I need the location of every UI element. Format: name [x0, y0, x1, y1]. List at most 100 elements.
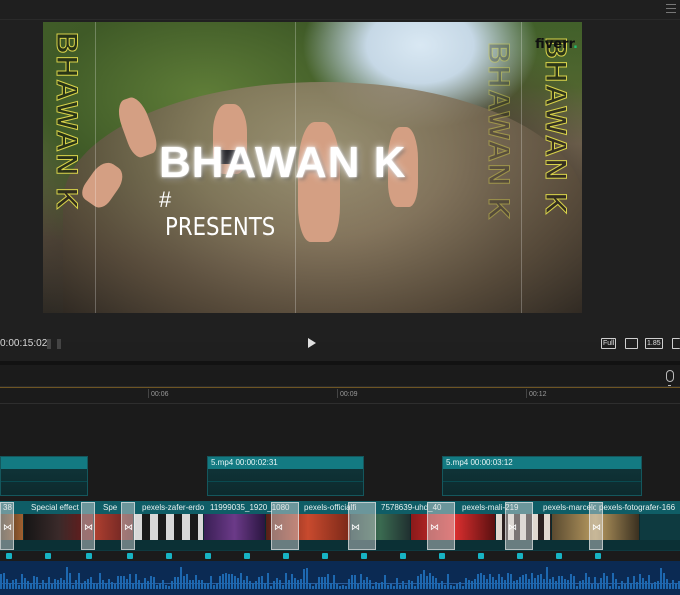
waveform-bar — [135, 574, 137, 589]
transition-marker[interactable]: ⋈ — [348, 502, 376, 550]
main-title-text: BHAWAN K — [159, 138, 407, 187]
full-quality-button[interactable]: Full — [601, 338, 617, 349]
fullscreen-icon[interactable] — [672, 338, 680, 349]
waveform-bar — [318, 577, 320, 589]
waveform-bar — [411, 581, 413, 589]
waveform-bar — [186, 574, 188, 589]
clip-label: 5.mp4 00:00:03:12 — [443, 457, 641, 469]
waveform-bar — [366, 577, 368, 589]
transition-marker[interactable]: ⋈ — [0, 502, 14, 550]
waveform-bar — [585, 573, 587, 589]
waveform-bar — [651, 584, 653, 589]
overlay-clip[interactable] — [0, 456, 88, 496]
timecode: 0:00:15:02 — [0, 338, 48, 349]
beat-marker[interactable] — [322, 553, 328, 559]
waveform-bar — [633, 576, 635, 589]
menu-icon[interactable] — [666, 4, 676, 13]
transition-icon: ⋈ — [274, 522, 283, 532]
waveform-bar — [273, 581, 275, 589]
waveform-bar — [486, 579, 488, 589]
clip-label — [1, 457, 87, 469]
beat-marker[interactable] — [86, 553, 92, 559]
waveform-bar — [522, 575, 524, 589]
video-frame[interactable]: BHAWAN K BHAWAN K BHAWAN K BHAWAN K # PR… — [43, 22, 582, 313]
waveform-bar — [492, 577, 494, 589]
transition-icon: ⋈ — [592, 522, 601, 532]
beat-marker[interactable] — [439, 553, 445, 559]
waveform-bar — [240, 573, 242, 589]
waveform-bar — [222, 574, 224, 589]
audio-track[interactable] — [0, 561, 680, 595]
aspect-ratio-button[interactable]: 1.85 — [645, 338, 663, 349]
waveform-bar — [198, 580, 200, 589]
waveform-bar — [357, 584, 359, 589]
transition-marker[interactable]: ⋈ — [271, 502, 299, 550]
waveform-bar — [519, 577, 521, 589]
waveform-bar — [258, 577, 260, 589]
transition-marker[interactable]: ⋈ — [589, 502, 603, 550]
clip-body — [208, 469, 363, 495]
beat-marker[interactable] — [361, 553, 367, 559]
waveform-bar — [384, 575, 386, 589]
waveform-bar — [93, 583, 95, 589]
beat-marker[interactable] — [517, 553, 523, 559]
beat-marker[interactable] — [283, 553, 289, 559]
transition-marker[interactable]: ⋈ — [81, 502, 95, 550]
waveform-bar — [450, 585, 452, 589]
beat-marker[interactable] — [244, 553, 250, 559]
waveform-bar — [447, 574, 449, 589]
beat-marker[interactable] — [6, 553, 12, 559]
waveform-bar — [216, 583, 218, 589]
waveform-bar — [672, 580, 674, 589]
side-title-right-ghost: BHAWAN K — [482, 41, 516, 222]
clip-label[interactable]: pexels-zafer-erdo — [139, 501, 207, 514]
waveform-bar — [648, 575, 650, 589]
waveform-bar — [474, 579, 476, 589]
beat-marker[interactable] — [205, 553, 211, 559]
beat-marker[interactable] — [45, 553, 51, 559]
overlay-clip[interactable]: 5.mp4 00:00:03:12 — [442, 456, 642, 496]
waveform-bar — [669, 584, 671, 589]
snapshot-icon[interactable] — [625, 338, 638, 349]
brand-logo: fiverr. — [535, 37, 578, 52]
waveform-bar — [171, 581, 173, 589]
waveform-bar — [657, 581, 659, 589]
ruler-tick-label: 00:12 — [529, 391, 547, 398]
waveform-bar — [57, 580, 59, 589]
beat-marker[interactable] — [478, 553, 484, 559]
waveform-bar — [516, 580, 518, 589]
transition-marker[interactable]: ⋈ — [505, 502, 533, 550]
waveform-bar — [336, 584, 338, 589]
track-keyframe-row — [0, 540, 680, 550]
transition-marker[interactable]: ⋈ — [427, 502, 455, 550]
waveform-bar — [345, 586, 347, 589]
play-button[interactable] — [308, 338, 316, 348]
waveform-bar — [246, 576, 248, 589]
waveform-bar — [480, 573, 482, 589]
waveform-bar — [90, 577, 92, 589]
transition-marker[interactable]: ⋈ — [121, 502, 135, 550]
waveform-bar — [249, 581, 251, 589]
waveform-bar — [192, 580, 194, 589]
presents-text: PRESENTS — [165, 212, 276, 241]
clip-label[interactable]: pexels-fotografer-166 — [596, 501, 680, 514]
beat-marker[interactable] — [595, 553, 601, 559]
waveform-bar — [420, 574, 422, 589]
waveform-bar — [552, 577, 554, 589]
waveform-bar — [639, 574, 641, 589]
waveform-bar — [105, 583, 107, 589]
split-view-icon[interactable] — [47, 339, 61, 349]
waveform-bar — [21, 574, 23, 589]
waveform-bar — [177, 577, 179, 589]
waveform-bar — [642, 578, 644, 589]
beat-marker[interactable] — [400, 553, 406, 559]
waveform-bar — [372, 586, 374, 589]
clip-label[interactable]: pexels-marcelo — [540, 501, 596, 514]
beat-marker[interactable] — [556, 553, 562, 559]
microphone-icon[interactable] — [666, 370, 674, 386]
waveform-bar — [645, 581, 647, 589]
beat-marker[interactable] — [166, 553, 172, 559]
beat-marker[interactable] — [127, 553, 133, 559]
waveform-bar — [567, 580, 569, 589]
overlay-clip[interactable]: 5.mp4 00:00:02:31 — [207, 456, 364, 496]
